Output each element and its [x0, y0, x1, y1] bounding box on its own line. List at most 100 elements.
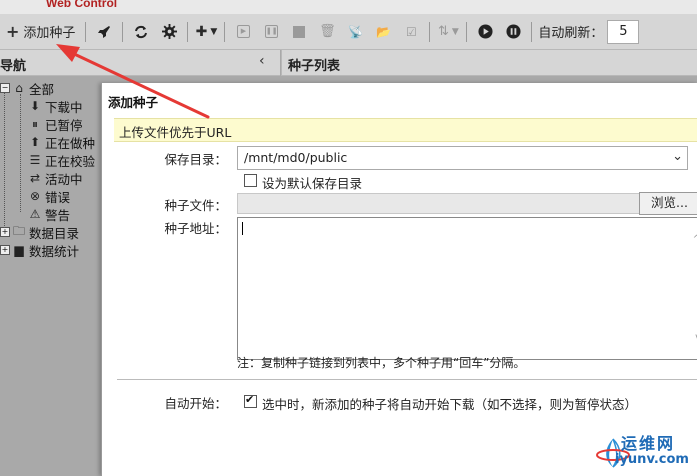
sort-icon: ⇅	[438, 24, 449, 39]
toolbar-separator	[429, 21, 431, 42]
text-caret	[242, 222, 243, 235]
site-watermark: 运维网 iyunv.com	[593, 425, 697, 476]
save-dir-select[interactable]: /mnt/md0/public ⌄	[237, 146, 688, 170]
nav-item-label: 正在做种	[45, 135, 96, 151]
puzzle-icon: ✚	[195, 23, 208, 40]
toolbar-separator	[224, 21, 226, 42]
pause-circle-icon: ⏸	[31, 116, 38, 131]
tree-line	[20, 94, 21, 212]
pause-circle-icon	[506, 24, 521, 39]
expand-toggle-icon[interactable]: +	[0, 227, 10, 237]
hint-text: 上传文件优先于URL	[119, 125, 232, 140]
start-all-button[interactable]	[473, 18, 497, 46]
exchange-icon: ⇄	[29, 171, 41, 185]
check-list-icon: ☑	[406, 24, 417, 39]
nav-item-paused[interactable]: ⏸ 已暂停	[28, 115, 83, 133]
dialog-title: 添加种子	[108, 95, 159, 110]
nav-item-label: 全部	[29, 81, 55, 97]
hint-bar: 上传文件优先于URL	[114, 118, 697, 142]
autorefresh-input[interactable]: 5	[607, 19, 640, 44]
rocket-icon	[98, 25, 111, 38]
chevron-left-icon[interactable]: ‹	[259, 53, 265, 69]
nav-title: 导航	[0, 59, 27, 74]
torrent-list-header: 种子列表	[281, 50, 697, 76]
tree-line	[4, 88, 5, 234]
folder-move-icon: 📂	[375, 24, 391, 39]
save-dir-label: 保存目录：	[164, 152, 227, 167]
nav-item-active[interactable]: ⇄ 活动中	[28, 169, 83, 187]
gear-icon	[161, 24, 177, 39]
toolbar-separator	[85, 21, 87, 42]
folder-icon: 🗀	[12, 223, 25, 238]
nav-item-label: 错误	[45, 189, 71, 205]
toolbar-separator	[531, 21, 533, 42]
rocket-button[interactable]	[92, 18, 116, 46]
expand-toggle-icon[interactable]: +	[0, 245, 10, 255]
nav-item-all[interactable]: − ⌂ 全部	[0, 79, 54, 97]
move-button[interactable]: 📂	[371, 18, 395, 46]
edit-button[interactable]	[287, 18, 311, 46]
nav-item-label: 正在校验	[45, 153, 96, 169]
default-dir-checkbox[interactable]	[244, 174, 257, 187]
torrent-file-input[interactable]	[237, 193, 641, 214]
browse-button[interactable]: 浏览...	[639, 192, 697, 215]
upload-icon: ⬆	[29, 135, 41, 149]
list-icon: ☰	[29, 153, 41, 167]
nav-item-statistics[interactable]: + ▆ 数据统计	[0, 241, 79, 259]
collapse-toggle-icon[interactable]: −	[0, 83, 10, 93]
trash-icon: 🗑	[319, 24, 336, 39]
autostart-checkbox[interactable]	[244, 393, 257, 408]
plugins-menu-button[interactable]: ✚ ▼	[194, 18, 218, 46]
web-control-app: Web Control + 添加种子 ✚ ▼ ▶ ❚❚ 🗑 📡 📂 ☑ ⇅ ▼ …	[0, 0, 697, 476]
play-square-icon: ▶	[236, 25, 250, 38]
pause-square-icon: ❚❚	[264, 25, 278, 38]
caret-down-icon: ▼	[451, 26, 459, 37]
home-icon: ⌂	[15, 81, 23, 95]
nav-item-label: 警告	[45, 207, 71, 223]
refresh-button[interactable]	[129, 18, 153, 46]
default-dir-label: 设为默认保存目录	[262, 176, 363, 191]
pause-all-button[interactable]	[501, 18, 525, 46]
autorefresh-label: 自动刷新：	[538, 26, 604, 41]
delete-button[interactable]: 🗑	[315, 18, 339, 46]
nav-item-data-folders[interactable]: + 🗀 数据目录	[0, 223, 79, 241]
plus-icon: +	[6, 22, 20, 41]
toolbar: + 添加种子 ✚ ▼ ▶ ❚❚ 🗑 �	[0, 14, 697, 50]
chevron-down-icon: ⌄	[672, 149, 683, 164]
divider	[117, 379, 697, 380]
toolbar-separator	[466, 21, 468, 42]
edit-icon	[293, 25, 306, 38]
download-icon: ⬇	[29, 99, 41, 113]
torrent-url-textarea[interactable]: ^ v	[237, 217, 697, 360]
caret-down-icon: ▼	[210, 26, 218, 37]
autostart-text: 选中时，新添加的种子将自动开始下载（如不选择，则为暂停状态）	[262, 397, 638, 412]
torrent-url-label: 种子地址：	[164, 221, 227, 236]
error-icon: ⊗	[29, 189, 41, 203]
sync-icon	[135, 25, 148, 38]
nav-item-checking[interactable]: ☰ 正在校验	[28, 151, 95, 169]
play-circle-icon	[478, 24, 493, 39]
nav-item-warning[interactable]: ⚠ 警告	[28, 205, 70, 223]
add-torrent-dialog: 添加种子 上传文件优先于URL 保存目录： /mnt/md0/public ⌄ …	[101, 83, 697, 476]
nav-item-label: 数据统计	[29, 243, 80, 259]
nav-item-error[interactable]: ⊗ 错误	[28, 187, 70, 205]
url-note: 注：复制种子链接到列表中，多个种子用“回车”分隔。	[237, 356, 526, 370]
logo-strip: Web Control	[0, 0, 697, 14]
pause-selected-button[interactable]: ❚❚	[259, 18, 283, 46]
sort-menu-button[interactable]: ⇅ ▼	[436, 18, 460, 46]
nav-item-label: 已暂停	[45, 117, 83, 133]
settings-button[interactable]	[157, 18, 181, 46]
nav-item-seeding[interactable]: ⬆ 正在做种	[28, 133, 95, 151]
tracker-button[interactable]: 📡	[343, 18, 367, 46]
nav-header: 导航 ‹	[0, 50, 280, 76]
nav-item-downloading[interactable]: ⬇ 下载中	[28, 97, 83, 115]
watermark-line1: 运维网	[621, 434, 676, 453]
torrent-list-title: 种子列表	[288, 59, 341, 74]
nav-item-label: 活动中	[45, 171, 83, 187]
recheck-button[interactable]: ☑	[399, 18, 423, 46]
start-selected-button[interactable]: ▶	[231, 18, 255, 46]
broadcast-icon: 📡	[347, 24, 363, 39]
bar-chart-icon: ▆	[14, 243, 24, 257]
add-torrent-button[interactable]: + 添加种子	[2, 18, 79, 46]
scroll-up-icon[interactable]: ^	[693, 234, 697, 245]
